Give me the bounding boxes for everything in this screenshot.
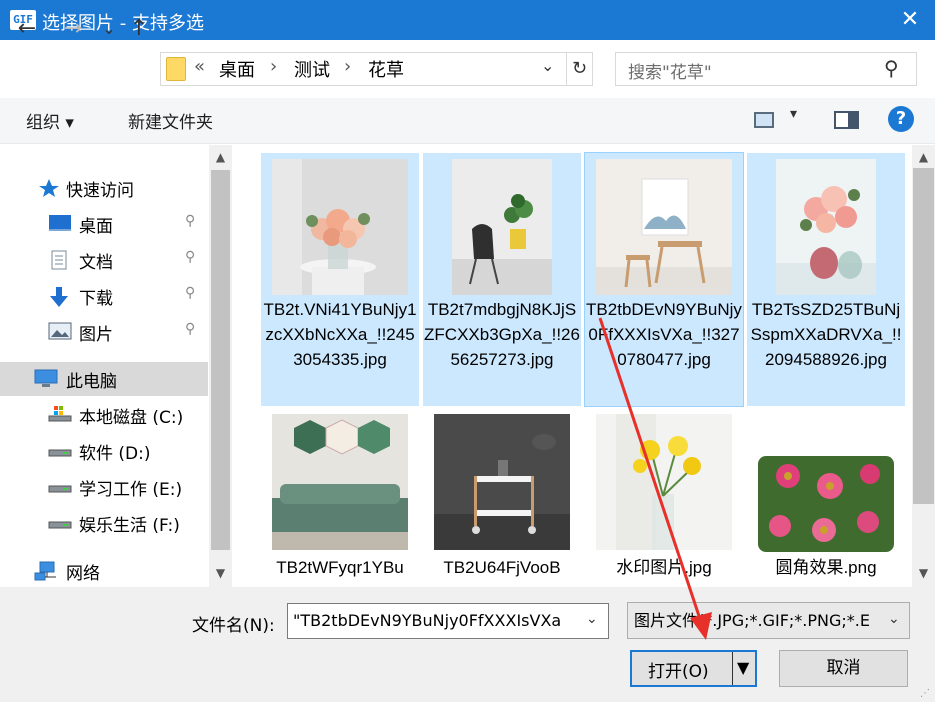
drive-icon bbox=[48, 441, 72, 459]
search-icon[interactable]: ⚲ bbox=[884, 56, 899, 80]
sidebar-item-label: 软件 (D:) bbox=[79, 444, 151, 464]
file-name-label: TB2t.VNi41YBuNjy1zcXXbNcXXa_!!2453054335… bbox=[263, 300, 417, 369]
drive-icon bbox=[48, 513, 72, 531]
file-item[interactable]: TB2t7mdbgjN8KJjSZFCXXb3GpXa_!!2656257273… bbox=[423, 153, 581, 406]
sidebar-item-label: 网络 bbox=[66, 564, 100, 584]
sidebar-item[interactable]: 学习工作 (E:) bbox=[0, 470, 208, 504]
cancel-button[interactable]: 取消 bbox=[779, 650, 908, 687]
open-options-arrow-icon[interactable]: ▼ bbox=[737, 658, 749, 677]
breadcrumb-test[interactable]: 测试 bbox=[294, 56, 330, 82]
drive-c-icon bbox=[48, 405, 72, 423]
scroll-down-arrow-icon[interactable]: ▼ bbox=[912, 566, 935, 580]
sidebar-item[interactable]: 桌面 ⚲ bbox=[0, 207, 208, 241]
close-button[interactable]: ✕ bbox=[893, 4, 927, 36]
sidebar-item[interactable]: 文档 ⚲ bbox=[0, 243, 208, 277]
computer-icon bbox=[34, 369, 58, 387]
star-icon bbox=[38, 178, 60, 197]
file-thumbnail bbox=[776, 159, 876, 295]
refresh-button[interactable]: ↻ bbox=[567, 52, 593, 86]
scroll-up-arrow-icon[interactable]: ▲ bbox=[209, 150, 232, 164]
breadcrumb-flowers[interactable]: 花草 bbox=[368, 56, 404, 82]
pin-icon[interactable]: ⚲ bbox=[185, 321, 195, 337]
pin-icon[interactable]: ⚲ bbox=[185, 249, 195, 265]
folder-icon bbox=[166, 57, 186, 81]
pin-icon[interactable]: ⚲ bbox=[185, 213, 195, 229]
change-view-icon[interactable] bbox=[754, 112, 774, 128]
download-icon bbox=[48, 286, 70, 307]
sidebar-item-label: 下载 bbox=[79, 289, 113, 309]
document-icon bbox=[48, 250, 70, 270]
sidebar-item[interactable]: 图片 ⚲ bbox=[0, 315, 208, 349]
help-icon[interactable]: ? bbox=[888, 106, 914, 132]
sidebar-item-label: 文档 bbox=[79, 253, 113, 273]
chevron-down-icon[interactable]: ⌄ bbox=[888, 611, 900, 627]
sidebar-item[interactable]: 本地磁盘 (C:) bbox=[0, 398, 208, 432]
file-thumbnail bbox=[272, 159, 408, 295]
file-thumbnail bbox=[452, 159, 552, 295]
file-name-label: TB2t7mdbgjN8KJjSZFCXXb3GpXa_!!2656257273… bbox=[424, 300, 580, 369]
file-thumbnail bbox=[596, 159, 732, 295]
file-list-scroll-thumb[interactable] bbox=[913, 168, 934, 504]
file-name-label: 水印图片.jpg bbox=[616, 558, 712, 577]
pictures-icon bbox=[48, 322, 72, 340]
file-item[interactable]: TB2tbDEvN9YBuNjy0FfXXXIsVXa_!!3270780477… bbox=[584, 152, 744, 407]
file-name-label: TB2tbDEvN9YBuNjy0FfXXXIsVXa_!!3270780477… bbox=[586, 300, 742, 369]
breadcrumb-separator[interactable]: › bbox=[344, 56, 351, 77]
file-item[interactable]: TB2TsSZD25TBuNjSspmXXaDRVXa_!!2094588926… bbox=[747, 153, 905, 406]
sidebar-item-label: 快速访问 bbox=[66, 181, 134, 201]
view-options-dropdown[interactable]: ▾ bbox=[790, 106, 797, 122]
filename-input[interactable]: "TB2tbDEvN9YBuNjy0FfXXXIsVXa bbox=[287, 603, 609, 639]
sidebar-item[interactable]: 下载 ⚲ bbox=[0, 279, 208, 313]
file-item[interactable]: 圆角效果.png bbox=[747, 408, 905, 583]
organize-button[interactable]: 组织 ▾ bbox=[26, 108, 74, 133]
resize-grip-icon[interactable]: ⋰ bbox=[920, 688, 930, 699]
file-item[interactable]: TB2U64FjVooB bbox=[423, 408, 581, 583]
file-name-label: TB2tWFyqr1YBu bbox=[276, 558, 404, 577]
filename-label: 文件名(N): bbox=[192, 616, 275, 636]
file-thumbnail bbox=[434, 414, 570, 550]
sidebar-item[interactable]: 软件 (D:) bbox=[0, 434, 208, 468]
file-name-label: TB2U64FjVooB bbox=[443, 558, 561, 577]
open-button-label[interactable]: 打开(O) bbox=[648, 657, 709, 682]
forward-button[interactable]: → bbox=[60, 12, 86, 46]
breadcrumb-overflow[interactable]: « bbox=[194, 56, 205, 77]
file-thumbnail bbox=[758, 456, 894, 552]
new-folder-button[interactable]: 新建文件夹 bbox=[128, 108, 213, 133]
breadcrumb-separator[interactable]: › bbox=[270, 56, 277, 77]
scroll-up-arrow-icon[interactable]: ▲ bbox=[912, 150, 935, 164]
sidebar-item-label: 此电脑 bbox=[66, 372, 117, 392]
sidebar-item-label: 娱乐生活 (F:) bbox=[79, 516, 180, 536]
sidebar-item-label: 本地磁盘 (C:) bbox=[79, 408, 184, 428]
sidebar-item-label: 桌面 bbox=[79, 217, 113, 237]
sidebar-item[interactable]: 娱乐生活 (F:) bbox=[0, 506, 208, 540]
search-placeholder: 搜索"花草" bbox=[628, 63, 712, 83]
file-item[interactable]: TB2t.VNi41YBuNjy1zcXXbNcXXa_!!2453054335… bbox=[261, 153, 419, 406]
network-icon bbox=[34, 561, 56, 581]
file-item[interactable]: 水印图片.jpg bbox=[585, 408, 743, 583]
chevron-down-icon[interactable]: ⌄ bbox=[541, 56, 554, 75]
sidebar-item-label: 图片 bbox=[79, 325, 113, 345]
file-name-label: TB2TsSZD25TBuNjSspmXXaDRVXa_!!2094588926… bbox=[750, 300, 902, 369]
open-button-divider bbox=[732, 652, 733, 685]
file-item[interactable]: TB2tWFyqr1YBu bbox=[261, 408, 419, 583]
sidebar-item-label: 学习工作 (E:) bbox=[79, 480, 183, 500]
file-thumbnail bbox=[272, 414, 408, 550]
up-button[interactable]: ↑ bbox=[126, 12, 152, 46]
chevron-down-icon[interactable]: ⌄ bbox=[586, 611, 598, 627]
file-name-label: 圆角效果.png bbox=[775, 558, 877, 577]
sidebar-item[interactable]: 此电脑 bbox=[0, 362, 208, 396]
sidebar-item[interactable]: 快速访问 bbox=[0, 171, 208, 205]
file-type-select[interactable]: 图片文件(*.JPG;*.GIF;*.PNG;*.E bbox=[627, 602, 910, 639]
breadcrumb-desktop[interactable]: 桌面 bbox=[219, 56, 255, 82]
pin-icon[interactable]: ⚲ bbox=[185, 285, 195, 301]
back-button[interactable]: ← bbox=[14, 12, 40, 46]
recent-locations-button[interactable]: ⌄ bbox=[96, 12, 122, 46]
drive-icon bbox=[48, 477, 72, 495]
preview-pane-icon-fill bbox=[848, 113, 857, 127]
desktop-icon bbox=[48, 214, 71, 232]
scroll-down-arrow-icon[interactable]: ▼ bbox=[209, 566, 232, 580]
sidebar-item[interactable]: 网络 bbox=[0, 554, 208, 588]
file-thumbnail bbox=[596, 414, 732, 550]
sidebar-scroll-thumb[interactable] bbox=[211, 170, 230, 550]
